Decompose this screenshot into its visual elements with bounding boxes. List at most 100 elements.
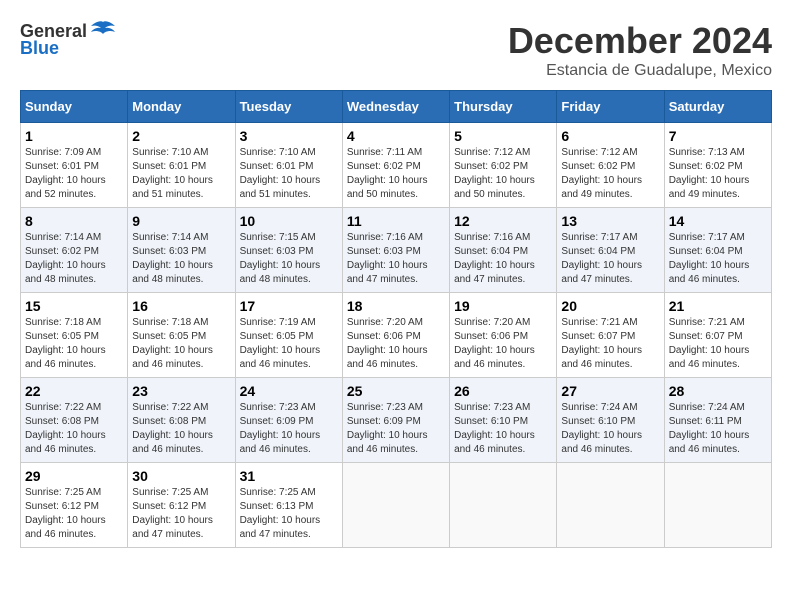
calendar-cell: 3 Sunrise: 7:10 AMSunset: 6:01 PMDayligh… <box>235 123 342 208</box>
calendar-cell: 17 Sunrise: 7:19 AMSunset: 6:05 PMDaylig… <box>235 293 342 378</box>
day-info: Sunrise: 7:24 AMSunset: 6:11 PMDaylight:… <box>669 402 750 455</box>
calendar-cell <box>342 463 449 548</box>
day-info: Sunrise: 7:15 AMSunset: 6:03 PMDaylight:… <box>240 232 321 285</box>
day-number: 13 <box>561 213 659 229</box>
day-number: 5 <box>454 128 552 144</box>
day-info: Sunrise: 7:10 AMSunset: 6:01 PMDaylight:… <box>240 147 321 200</box>
day-number: 25 <box>347 383 445 399</box>
day-info: Sunrise: 7:12 AMSunset: 6:02 PMDaylight:… <box>454 147 535 200</box>
calendar-cell <box>450 463 557 548</box>
calendar-header-row: SundayMondayTuesdayWednesdayThursdayFrid… <box>21 91 772 123</box>
calendar-cell: 18 Sunrise: 7:20 AMSunset: 6:06 PMDaylig… <box>342 293 449 378</box>
calendar-cell <box>557 463 664 548</box>
calendar-cell: 28 Sunrise: 7:24 AMSunset: 6:11 PMDaylig… <box>664 378 771 463</box>
day-number: 30 <box>132 468 230 484</box>
day-number: 14 <box>669 213 767 229</box>
day-number: 11 <box>347 213 445 229</box>
day-number: 28 <box>669 383 767 399</box>
calendar-cell: 12 Sunrise: 7:16 AMSunset: 6:04 PMDaylig… <box>450 208 557 293</box>
day-info: Sunrise: 7:10 AMSunset: 6:01 PMDaylight:… <box>132 147 213 200</box>
logo-bird-icon <box>89 20 117 42</box>
day-info: Sunrise: 7:20 AMSunset: 6:06 PMDaylight:… <box>454 317 535 370</box>
day-info: Sunrise: 7:23 AMSunset: 6:09 PMDaylight:… <box>240 402 321 455</box>
weekday-header-friday: Friday <box>557 91 664 123</box>
day-number: 15 <box>25 298 123 314</box>
weekday-header-saturday: Saturday <box>664 91 771 123</box>
day-info: Sunrise: 7:13 AMSunset: 6:02 PMDaylight:… <box>669 147 750 200</box>
calendar-week-row: 15 Sunrise: 7:18 AMSunset: 6:05 PMDaylig… <box>21 293 772 378</box>
calendar-cell: 16 Sunrise: 7:18 AMSunset: 6:05 PMDaylig… <box>128 293 235 378</box>
day-number: 7 <box>669 128 767 144</box>
day-info: Sunrise: 7:25 AMSunset: 6:12 PMDaylight:… <box>132 487 213 540</box>
calendar-cell: 9 Sunrise: 7:14 AMSunset: 6:03 PMDayligh… <box>128 208 235 293</box>
calendar-cell: 22 Sunrise: 7:22 AMSunset: 6:08 PMDaylig… <box>21 378 128 463</box>
day-info: Sunrise: 7:21 AMSunset: 6:07 PMDaylight:… <box>561 317 642 370</box>
day-info: Sunrise: 7:16 AMSunset: 6:03 PMDaylight:… <box>347 232 428 285</box>
day-info: Sunrise: 7:14 AMSunset: 6:02 PMDaylight:… <box>25 232 106 285</box>
day-number: 18 <box>347 298 445 314</box>
day-number: 1 <box>25 128 123 144</box>
calendar-cell: 4 Sunrise: 7:11 AMSunset: 6:02 PMDayligh… <box>342 123 449 208</box>
title-area: December 2024 Estancia de Guadalupe, Mex… <box>508 20 772 80</box>
day-number: 21 <box>669 298 767 314</box>
day-info: Sunrise: 7:16 AMSunset: 6:04 PMDaylight:… <box>454 232 535 285</box>
day-number: 8 <box>25 213 123 229</box>
day-number: 29 <box>25 468 123 484</box>
calendar-table: SundayMondayTuesdayWednesdayThursdayFrid… <box>20 90 772 548</box>
day-info: Sunrise: 7:18 AMSunset: 6:05 PMDaylight:… <box>132 317 213 370</box>
calendar-cell: 6 Sunrise: 7:12 AMSunset: 6:02 PMDayligh… <box>557 123 664 208</box>
day-info: Sunrise: 7:14 AMSunset: 6:03 PMDaylight:… <box>132 232 213 285</box>
calendar-cell: 26 Sunrise: 7:23 AMSunset: 6:10 PMDaylig… <box>450 378 557 463</box>
calendar-cell: 10 Sunrise: 7:15 AMSunset: 6:03 PMDaylig… <box>235 208 342 293</box>
calendar-cell: 30 Sunrise: 7:25 AMSunset: 6:12 PMDaylig… <box>128 463 235 548</box>
day-info: Sunrise: 7:17 AMSunset: 6:04 PMDaylight:… <box>561 232 642 285</box>
calendar-cell: 19 Sunrise: 7:20 AMSunset: 6:06 PMDaylig… <box>450 293 557 378</box>
day-info: Sunrise: 7:20 AMSunset: 6:06 PMDaylight:… <box>347 317 428 370</box>
calendar-cell: 15 Sunrise: 7:18 AMSunset: 6:05 PMDaylig… <box>21 293 128 378</box>
weekday-header-monday: Monday <box>128 91 235 123</box>
calendar-cell: 13 Sunrise: 7:17 AMSunset: 6:04 PMDaylig… <box>557 208 664 293</box>
weekday-header-thursday: Thursday <box>450 91 557 123</box>
calendar-week-row: 29 Sunrise: 7:25 AMSunset: 6:12 PMDaylig… <box>21 463 772 548</box>
day-number: 31 <box>240 468 338 484</box>
day-number: 22 <box>25 383 123 399</box>
calendar-cell: 21 Sunrise: 7:21 AMSunset: 6:07 PMDaylig… <box>664 293 771 378</box>
calendar-cell: 7 Sunrise: 7:13 AMSunset: 6:02 PMDayligh… <box>664 123 771 208</box>
day-info: Sunrise: 7:22 AMSunset: 6:08 PMDaylight:… <box>132 402 213 455</box>
day-info: Sunrise: 7:09 AMSunset: 6:01 PMDaylight:… <box>25 147 106 200</box>
calendar-cell: 5 Sunrise: 7:12 AMSunset: 6:02 PMDayligh… <box>450 123 557 208</box>
day-info: Sunrise: 7:22 AMSunset: 6:08 PMDaylight:… <box>25 402 106 455</box>
weekday-header-tuesday: Tuesday <box>235 91 342 123</box>
day-number: 12 <box>454 213 552 229</box>
calendar-week-row: 22 Sunrise: 7:22 AMSunset: 6:08 PMDaylig… <box>21 378 772 463</box>
day-info: Sunrise: 7:23 AMSunset: 6:09 PMDaylight:… <box>347 402 428 455</box>
day-number: 4 <box>347 128 445 144</box>
weekday-header-sunday: Sunday <box>21 91 128 123</box>
weekday-header-wednesday: Wednesday <box>342 91 449 123</box>
day-info: Sunrise: 7:25 AMSunset: 6:12 PMDaylight:… <box>25 487 106 540</box>
day-number: 3 <box>240 128 338 144</box>
calendar-cell <box>664 463 771 548</box>
calendar-cell: 31 Sunrise: 7:25 AMSunset: 6:13 PMDaylig… <box>235 463 342 548</box>
day-number: 19 <box>454 298 552 314</box>
day-number: 16 <box>132 298 230 314</box>
day-info: Sunrise: 7:11 AMSunset: 6:02 PMDaylight:… <box>347 147 428 200</box>
calendar-cell: 8 Sunrise: 7:14 AMSunset: 6:02 PMDayligh… <box>21 208 128 293</box>
day-number: 9 <box>132 213 230 229</box>
calendar-week-row: 1 Sunrise: 7:09 AMSunset: 6:01 PMDayligh… <box>21 123 772 208</box>
day-number: 27 <box>561 383 659 399</box>
calendar-cell: 1 Sunrise: 7:09 AMSunset: 6:01 PMDayligh… <box>21 123 128 208</box>
calendar-cell: 14 Sunrise: 7:17 AMSunset: 6:04 PMDaylig… <box>664 208 771 293</box>
day-info: Sunrise: 7:12 AMSunset: 6:02 PMDaylight:… <box>561 147 642 200</box>
day-info: Sunrise: 7:18 AMSunset: 6:05 PMDaylight:… <box>25 317 106 370</box>
calendar-cell: 11 Sunrise: 7:16 AMSunset: 6:03 PMDaylig… <box>342 208 449 293</box>
page-header: General Blue December 2024 Estancia de G… <box>20 20 772 80</box>
day-number: 23 <box>132 383 230 399</box>
logo-blue: Blue <box>20 38 59 59</box>
calendar-cell: 25 Sunrise: 7:23 AMSunset: 6:09 PMDaylig… <box>342 378 449 463</box>
day-info: Sunrise: 7:21 AMSunset: 6:07 PMDaylight:… <box>669 317 750 370</box>
location-title: Estancia de Guadalupe, Mexico <box>508 62 772 80</box>
day-info: Sunrise: 7:23 AMSunset: 6:10 PMDaylight:… <box>454 402 535 455</box>
day-info: Sunrise: 7:24 AMSunset: 6:10 PMDaylight:… <box>561 402 642 455</box>
month-title: December 2024 <box>508 20 772 62</box>
